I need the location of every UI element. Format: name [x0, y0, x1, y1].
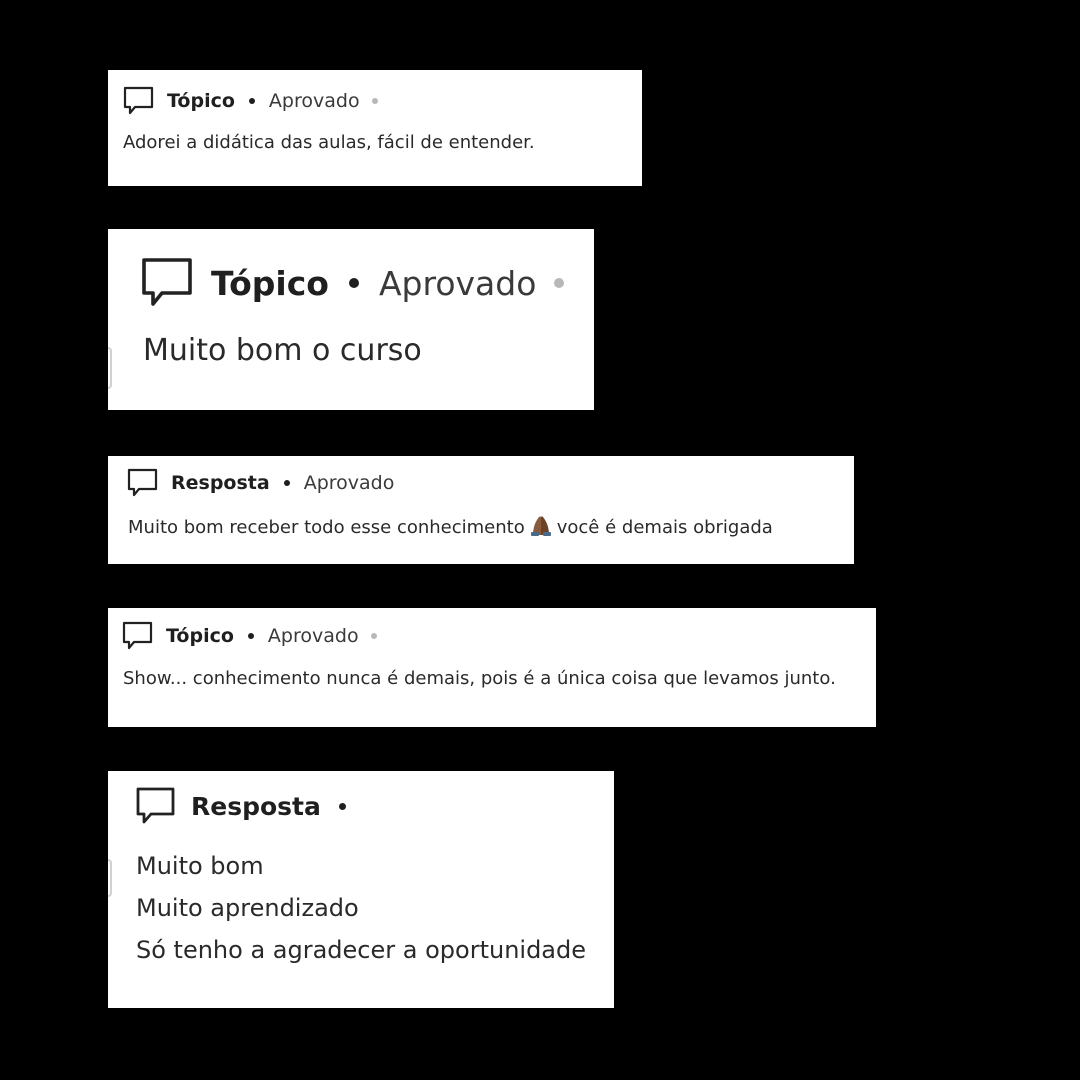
- comment-text: Muito bom Muito aprendizado Só tenho a a…: [136, 845, 586, 971]
- comment-line: Muito bom: [136, 852, 264, 880]
- comment-line: Só tenho a agradecer a oportunidade: [136, 936, 587, 964]
- speech-bubble-icon: [127, 468, 159, 498]
- speech-bubble-icon: [135, 786, 177, 826]
- comment-card: Resposta Aprovado Muito bom receber todo…: [108, 456, 854, 564]
- comment-status: Aprovado: [378, 263, 537, 303]
- comment-card: Resposta Muito bom Muito aprendizado Só …: [108, 771, 614, 1008]
- comment-type: Resposta: [171, 472, 270, 494]
- comment-type: Resposta: [191, 791, 321, 821]
- comment-type: Tópico: [166, 625, 234, 647]
- praying-hands-emoji: [529, 514, 553, 541]
- clipped-edge-mark: [108, 347, 112, 389]
- speech-bubble-icon: [122, 621, 154, 651]
- comment-header: Resposta Aprovado: [127, 468, 394, 498]
- comment-status: Aprovado: [267, 625, 359, 647]
- speech-bubble-icon: [123, 86, 155, 116]
- comment-status: Aprovado: [268, 90, 360, 112]
- comment-text: Muito bom o curso: [143, 333, 422, 368]
- comment-card: Tópico Aprovado Muito bom o curso: [108, 229, 594, 410]
- comment-text: Show... conhecimento nunca é demais, poi…: [123, 668, 836, 689]
- separator-dot: [283, 480, 290, 486]
- comment-status: Aprovado: [303, 472, 395, 494]
- comment-text: Muito bom receber todo esse conhecimento…: [128, 514, 773, 541]
- separator-dot: [348, 278, 359, 288]
- comment-header: Tópico Aprovado: [122, 621, 391, 651]
- comment-header: Resposta: [135, 785, 346, 827]
- comment-text-before-emoji: Muito bom receber todo esse conhecimento: [128, 517, 525, 538]
- separator-dot: [247, 633, 254, 639]
- clipped-edge-mark: [108, 859, 112, 897]
- separator-dot: [338, 802, 346, 810]
- comment-header: Tópico Aprovado: [123, 86, 392, 116]
- comment-line: Muito aprendizado: [136, 894, 359, 922]
- separator-dot: [248, 98, 255, 104]
- comment-card: Tópico Aprovado Show... conhecimento nun…: [108, 608, 876, 727]
- comment-header: Tópico Aprovado: [141, 255, 584, 311]
- comment-line: Adorei a didática das aulas, fácil de en…: [123, 132, 535, 153]
- comment-text-after-emoji: você é demais obrigada: [556, 517, 773, 538]
- separator-dot: [554, 278, 565, 288]
- comment-card: Tópico Aprovado Adorei a didática das au…: [108, 70, 642, 186]
- comment-line: Show... conhecimento nunca é demais, poi…: [123, 668, 836, 689]
- comment-line: Muito bom o curso: [143, 333, 422, 368]
- separator-dot: [371, 98, 378, 104]
- separator-dot: [370, 633, 377, 639]
- speech-bubble-icon: [141, 257, 195, 309]
- comment-type: Tópico: [167, 90, 235, 112]
- comment-text: Adorei a didática das aulas, fácil de en…: [123, 132, 535, 153]
- comment-type: Tópico: [211, 263, 329, 303]
